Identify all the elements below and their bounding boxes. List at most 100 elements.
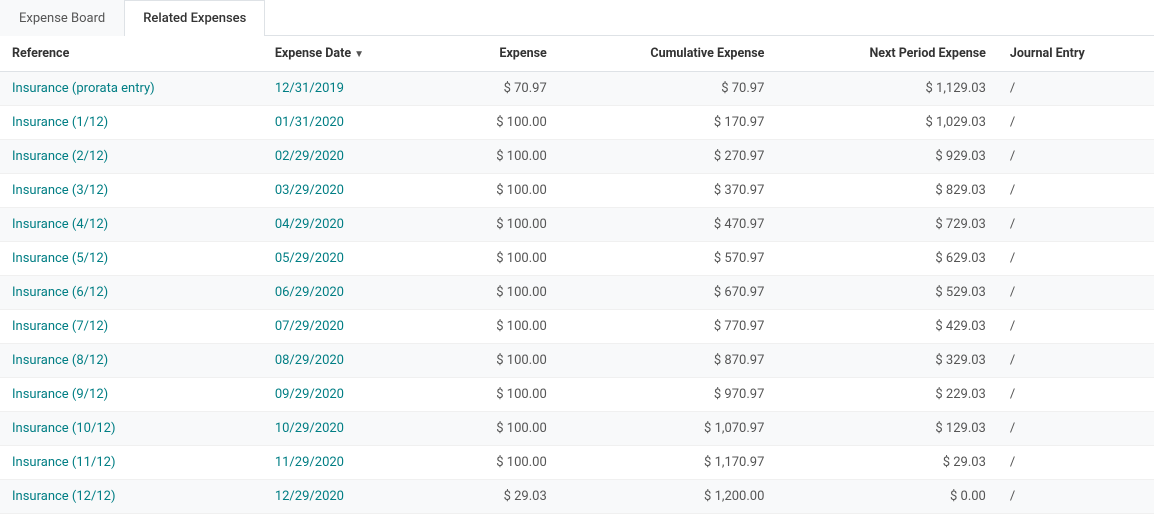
cell-reference[interactable]: Insurance (11/12) xyxy=(0,446,263,480)
cell-reference[interactable]: Insurance (7/12) xyxy=(0,310,263,344)
cell-expense: $ 100.00 xyxy=(441,174,558,208)
cell-journal-entry[interactable]: / xyxy=(998,412,1154,446)
cell-expense-date: 10/29/2020 xyxy=(263,412,441,446)
tab-related-expenses[interactable]: Related Expenses xyxy=(124,0,265,36)
col-header-reference: Reference xyxy=(0,36,263,72)
table-row: Insurance (11/12)11/29/2020$ 100.00$ 1,1… xyxy=(0,446,1154,480)
cell-reference[interactable]: Insurance (10/12) xyxy=(0,412,263,446)
table-row: Insurance (9/12)09/29/2020$ 100.00$ 970.… xyxy=(0,378,1154,412)
cell-expense-date: 01/31/2020 xyxy=(263,106,441,140)
cell-next-period-expense: $ 529.03 xyxy=(776,276,997,310)
table-row: Insurance (2/12)02/29/2020$ 100.00$ 270.… xyxy=(0,140,1154,174)
col-header-journal_entry: Journal Entry xyxy=(998,36,1154,72)
cell-journal-entry[interactable]: / xyxy=(998,174,1154,208)
cell-cumulative-expense: $ 70.97 xyxy=(559,72,777,106)
cell-next-period-expense: $ 29.03 xyxy=(776,446,997,480)
cell-expense-date: 07/29/2020 xyxy=(263,310,441,344)
cell-expense-date: 08/29/2020 xyxy=(263,344,441,378)
col-header-expense: Expense xyxy=(441,36,558,72)
sort-arrow-expense_date: ▼ xyxy=(354,49,364,60)
table-row: Insurance (prorata entry)12/31/2019$ 70.… xyxy=(0,72,1154,106)
cell-expense: $ 70.97 xyxy=(441,72,558,106)
cell-expense: $ 100.00 xyxy=(441,344,558,378)
cell-expense: $ 29.03 xyxy=(441,480,558,514)
cell-journal-entry[interactable]: / xyxy=(998,446,1154,480)
table-row: Insurance (8/12)08/29/2020$ 100.00$ 870.… xyxy=(0,344,1154,378)
cell-cumulative-expense: $ 970.97 xyxy=(559,378,777,412)
cell-expense: $ 100.00 xyxy=(441,140,558,174)
table-row: Insurance (5/12)05/29/2020$ 100.00$ 570.… xyxy=(0,242,1154,276)
cell-next-period-expense: $ 1,029.03 xyxy=(776,106,997,140)
cell-cumulative-expense: $ 370.97 xyxy=(559,174,777,208)
cell-next-period-expense: $ 729.03 xyxy=(776,208,997,242)
cell-cumulative-expense: $ 1,170.97 xyxy=(559,446,777,480)
cell-reference[interactable]: Insurance (1/12) xyxy=(0,106,263,140)
table-row: Insurance (12/12)12/29/2020$ 29.03$ 1,20… xyxy=(0,480,1154,514)
cell-next-period-expense: $ 429.03 xyxy=(776,310,997,344)
cell-expense: $ 100.00 xyxy=(441,412,558,446)
cell-reference[interactable]: Insurance (12/12) xyxy=(0,480,263,514)
cell-expense-date: 02/29/2020 xyxy=(263,140,441,174)
table-row: Insurance (4/12)04/29/2020$ 100.00$ 470.… xyxy=(0,208,1154,242)
cell-cumulative-expense: $ 170.97 xyxy=(559,106,777,140)
cell-reference[interactable]: Insurance (3/12) xyxy=(0,174,263,208)
table-row: Insurance (6/12)06/29/2020$ 100.00$ 670.… xyxy=(0,276,1154,310)
table-row: Insurance (1/12)01/31/2020$ 100.00$ 170.… xyxy=(0,106,1154,140)
cell-cumulative-expense: $ 270.97 xyxy=(559,140,777,174)
cell-journal-entry[interactable]: / xyxy=(998,344,1154,378)
cell-next-period-expense: $ 929.03 xyxy=(776,140,997,174)
table-container: ReferenceExpense Date▼ExpenseCumulative … xyxy=(0,36,1154,514)
col-header-cumulative_expense: Cumulative Expense xyxy=(559,36,777,72)
table-row: Insurance (10/12)10/29/2020$ 100.00$ 1,0… xyxy=(0,412,1154,446)
cell-next-period-expense: $ 629.03 xyxy=(776,242,997,276)
cell-journal-entry[interactable]: / xyxy=(998,140,1154,174)
table-row: Insurance (7/12)07/29/2020$ 100.00$ 770.… xyxy=(0,310,1154,344)
col-header-expense_date[interactable]: Expense Date▼ xyxy=(263,36,441,72)
cell-cumulative-expense: $ 670.97 xyxy=(559,276,777,310)
cell-expense: $ 100.00 xyxy=(441,446,558,480)
cell-next-period-expense: $ 229.03 xyxy=(776,378,997,412)
cell-expense-date: 06/29/2020 xyxy=(263,276,441,310)
cell-reference[interactable]: Insurance (6/12) xyxy=(0,276,263,310)
col-header-next_period_expense: Next Period Expense xyxy=(776,36,997,72)
cell-expense: $ 100.00 xyxy=(441,378,558,412)
cell-journal-entry[interactable]: / xyxy=(998,72,1154,106)
cell-reference[interactable]: Insurance (prorata entry) xyxy=(0,72,263,106)
cell-journal-entry[interactable]: / xyxy=(998,106,1154,140)
cell-journal-entry[interactable]: / xyxy=(998,310,1154,344)
cell-journal-entry[interactable]: / xyxy=(998,480,1154,514)
cell-next-period-expense: $ 829.03 xyxy=(776,174,997,208)
cell-cumulative-expense: $ 570.97 xyxy=(559,242,777,276)
cell-cumulative-expense: $ 870.97 xyxy=(559,344,777,378)
tabs-container: Expense BoardRelated Expenses xyxy=(0,0,1154,36)
cell-cumulative-expense: $ 1,200.00 xyxy=(559,480,777,514)
cell-reference[interactable]: Insurance (5/12) xyxy=(0,242,263,276)
cell-reference[interactable]: Insurance (2/12) xyxy=(0,140,263,174)
cell-cumulative-expense: $ 770.97 xyxy=(559,310,777,344)
cell-expense-date: 12/31/2019 xyxy=(263,72,441,106)
cell-journal-entry[interactable]: / xyxy=(998,276,1154,310)
cell-reference[interactable]: Insurance (4/12) xyxy=(0,208,263,242)
cell-cumulative-expense: $ 1,070.97 xyxy=(559,412,777,446)
cell-next-period-expense: $ 329.03 xyxy=(776,344,997,378)
cell-journal-entry[interactable]: / xyxy=(998,208,1154,242)
cell-expense: $ 100.00 xyxy=(441,310,558,344)
cell-expense: $ 100.00 xyxy=(441,106,558,140)
cell-next-period-expense: $ 1,129.03 xyxy=(776,72,997,106)
table-row: Insurance (3/12)03/29/2020$ 100.00$ 370.… xyxy=(0,174,1154,208)
cell-next-period-expense: $ 0.00 xyxy=(776,480,997,514)
cell-journal-entry[interactable]: / xyxy=(998,378,1154,412)
cell-expense: $ 100.00 xyxy=(441,208,558,242)
cell-expense-date: 11/29/2020 xyxy=(263,446,441,480)
cell-journal-entry[interactable]: / xyxy=(998,242,1154,276)
cell-expense: $ 100.00 xyxy=(441,276,558,310)
cell-expense-date: 04/29/2020 xyxy=(263,208,441,242)
cell-reference[interactable]: Insurance (8/12) xyxy=(0,344,263,378)
cell-next-period-expense: $ 129.03 xyxy=(776,412,997,446)
tab-expense-board[interactable]: Expense Board xyxy=(0,0,124,36)
cell-reference[interactable]: Insurance (9/12) xyxy=(0,378,263,412)
cell-cumulative-expense: $ 470.97 xyxy=(559,208,777,242)
expense-table: ReferenceExpense Date▼ExpenseCumulative … xyxy=(0,36,1154,514)
cell-expense-date: 03/29/2020 xyxy=(263,174,441,208)
cell-expense-date: 12/29/2020 xyxy=(263,480,441,514)
